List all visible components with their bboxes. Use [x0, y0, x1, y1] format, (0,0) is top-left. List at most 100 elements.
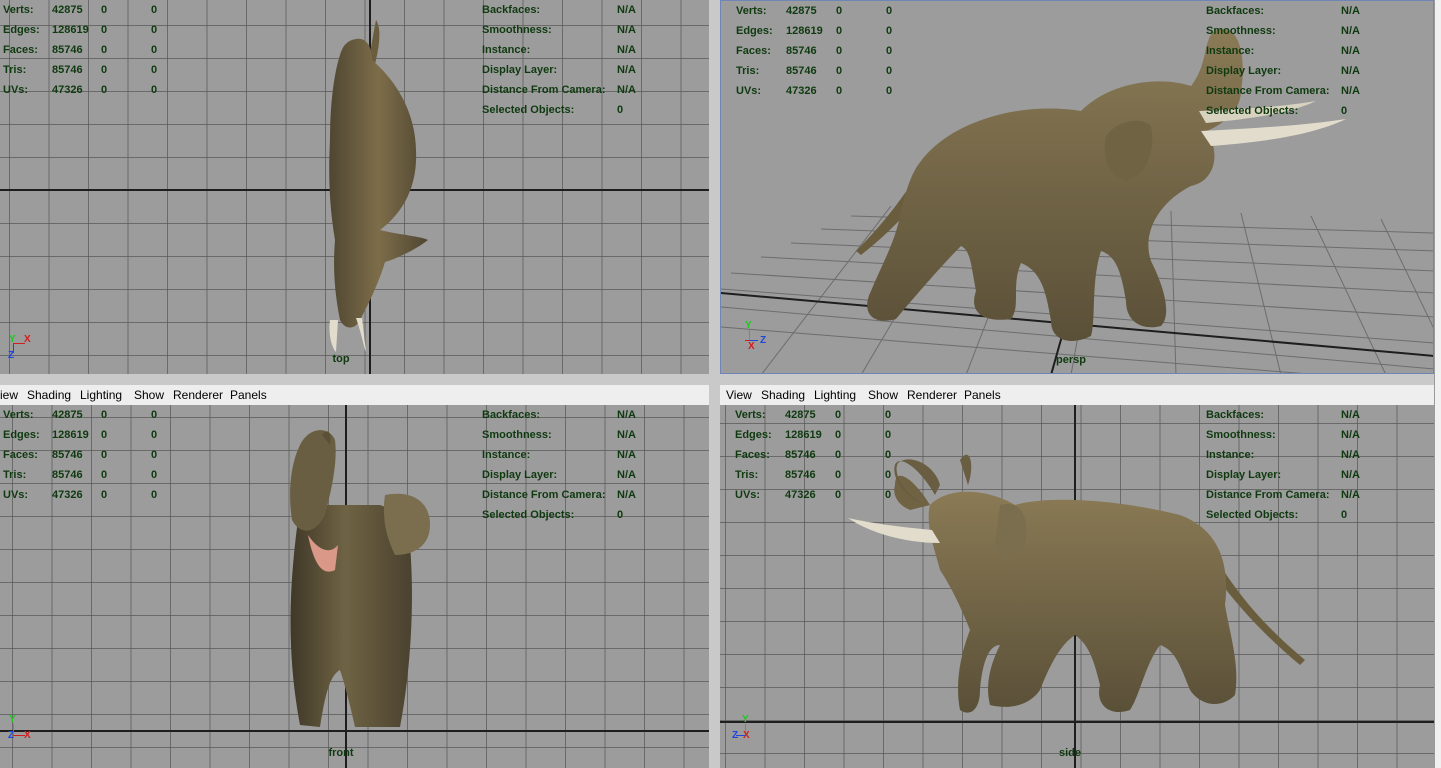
value-faces-sel: 0 [835, 449, 842, 461]
viewport-side[interactable]: Verts: 42875 0 0 Edges: 128619 0 0 Faces: 85746… [720, 405, 1434, 768]
value-verts-sel: 0 [101, 409, 108, 421]
label-backfaces: Backfaces: [1206, 409, 1265, 421]
label-smoothness: Smoothness: [1206, 25, 1276, 37]
viewport-front[interactable]: Verts: 42875 0 0 Edges: 128619 0 0 Faces: 85746… [0, 405, 709, 768]
pane-separator-vertical[interactable] [709, 0, 720, 768]
label-instance: Instance: [482, 44, 531, 56]
value-instance: N/A [1341, 45, 1360, 57]
value-faces-comp: 0 [151, 44, 158, 56]
menu-renderer[interactable]: Renderer [173, 388, 223, 402]
viewport-persp[interactable]: Verts: 42875 0 0 Edges: 128619 0 0 Faces: 85746… [720, 0, 1434, 374]
value-tris: 85746 [52, 469, 83, 481]
value-backfaces: N/A [617, 409, 636, 421]
value-edges-comp: 0 [151, 429, 158, 441]
value-tris: 85746 [785, 469, 816, 481]
menu-panels[interactable]: Panels [964, 388, 1001, 402]
label-uvs: UVs: [735, 489, 761, 501]
value-smoothness: N/A [617, 24, 636, 36]
axis-z-letter: Z [8, 730, 15, 741]
value-edges-comp: 0 [886, 25, 893, 37]
menu-panels[interactable]: Panels [230, 388, 267, 402]
label-selected-objects: Selected Objects: [1206, 509, 1299, 521]
value-uvs-sel: 0 [836, 85, 843, 97]
menu-renderer[interactable]: Renderer [907, 388, 957, 402]
label-tris: Tris: [735, 469, 759, 481]
value-display-layer: N/A [1341, 65, 1360, 77]
value-uvs-comp: 0 [886, 85, 893, 97]
axis-x-letter: X [743, 730, 750, 741]
viewport-top[interactable]: Verts: 42875 0 0 Edges: 128619 0 0 Faces: 85746… [0, 0, 709, 374]
menu-show[interactable]: Show [134, 388, 164, 402]
label-tris: Tris: [3, 469, 27, 481]
value-faces: 85746 [52, 44, 83, 56]
camera-label-top: top [332, 353, 350, 365]
value-uvs-sel: 0 [101, 489, 108, 501]
pane-separator-horizontal[interactable] [0, 374, 1441, 385]
value-tris: 85746 [52, 64, 83, 76]
value-edges: 128619 [786, 25, 823, 37]
value-verts: 42875 [785, 409, 816, 421]
label-backfaces: Backfaces: [482, 4, 541, 16]
label-instance: Instance: [1206, 449, 1255, 461]
elephant-model-persp[interactable] [721, 1, 1434, 374]
value-distance-from-camera: N/A [617, 84, 636, 96]
value-faces-sel: 0 [101, 449, 108, 461]
value-tris-comp: 0 [151, 64, 158, 76]
menu-bar-side: View Shading Lighting Show Renderer Pane… [720, 385, 1441, 406]
label-tris: Tris: [736, 65, 760, 77]
label-edges: Edges: [736, 25, 773, 37]
label-edges: Edges: [735, 429, 772, 441]
value-smoothness: N/A [1341, 429, 1360, 441]
axis-y-letter: Y [745, 320, 752, 331]
menu-lighting[interactable]: Lighting [80, 388, 122, 402]
elephant-model-side[interactable] [720, 405, 1434, 768]
label-display-layer: Display Layer: [482, 64, 558, 76]
label-distance-from-camera: Distance From Camera: [482, 489, 606, 501]
label-backfaces: Backfaces: [1206, 5, 1265, 17]
value-verts-sel: 0 [836, 5, 843, 17]
camera-label-side: side [1058, 747, 1082, 759]
axis-z-letter: Z [760, 335, 767, 346]
value-verts: 42875 [786, 5, 817, 17]
menu-show[interactable]: Show [868, 388, 898, 402]
menu-view[interactable]: iew [0, 388, 18, 402]
menu-view[interactable]: View [726, 388, 752, 402]
value-verts-comp: 0 [885, 409, 892, 421]
value-display-layer: N/A [1341, 469, 1360, 481]
label-selected-objects: Selected Objects: [1206, 105, 1299, 117]
label-distance-from-camera: Distance From Camera: [482, 84, 606, 96]
value-uvs: 47326 [52, 489, 83, 501]
label-faces: Faces: [3, 449, 38, 461]
label-uvs: UVs: [3, 489, 29, 501]
label-faces: Faces: [736, 45, 771, 57]
value-verts-comp: 0 [151, 409, 158, 421]
value-verts: 42875 [52, 409, 83, 421]
axis-x-letter: X [748, 341, 755, 352]
value-smoothness: N/A [1341, 25, 1360, 37]
value-uvs-comp: 0 [151, 489, 158, 501]
axis-gizmo-persp: Y Z X [743, 320, 783, 352]
menu-shading[interactable]: Shading [761, 388, 805, 402]
label-smoothness: Smoothness: [482, 429, 552, 441]
panel-scrollbar-edge[interactable] [1434, 0, 1441, 768]
value-edges-sel: 0 [835, 429, 842, 441]
value-backfaces: N/A [1341, 409, 1360, 421]
menu-lighting[interactable]: Lighting [814, 388, 856, 402]
value-tris-sel: 0 [101, 469, 108, 481]
value-faces: 85746 [52, 449, 83, 461]
label-selected-objects: Selected Objects: [482, 104, 575, 116]
value-edges-comp: 0 [151, 24, 158, 36]
value-edges-sel: 0 [836, 25, 843, 37]
value-selected-objects: 0 [1341, 509, 1348, 521]
value-distance-from-camera: N/A [1341, 85, 1360, 97]
value-verts: 42875 [52, 4, 83, 16]
label-smoothness: Smoothness: [1206, 429, 1276, 441]
menu-shading[interactable]: Shading [27, 388, 71, 402]
label-uvs: UVs: [736, 85, 762, 97]
label-instance: Instance: [482, 449, 531, 461]
value-display-layer: N/A [617, 469, 636, 481]
value-selected-objects: 0 [1341, 105, 1348, 117]
label-uvs: UVs: [3, 84, 29, 96]
value-tris-sel: 0 [835, 469, 842, 481]
value-verts-sel: 0 [101, 4, 108, 16]
